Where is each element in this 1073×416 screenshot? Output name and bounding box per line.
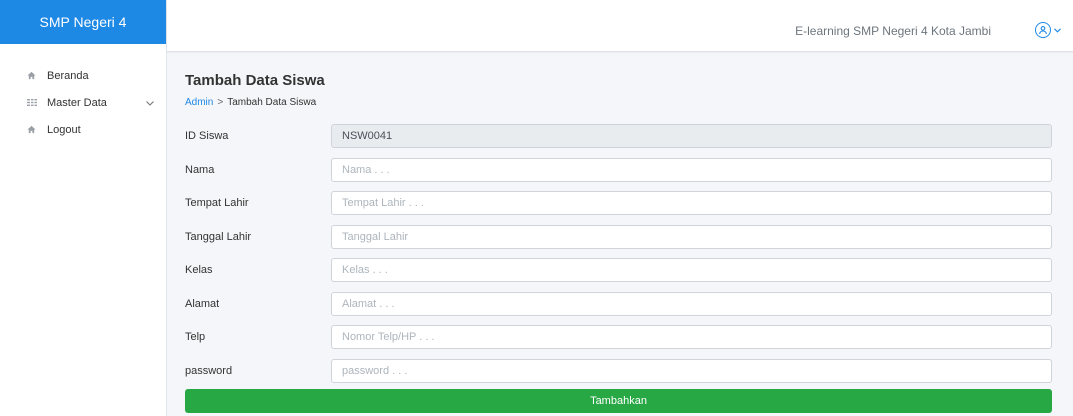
form-row-telp: Telp: [185, 325, 1053, 349]
form-row-tempat-lahir: Tempat Lahir: [185, 191, 1053, 215]
nama-field[interactable]: [331, 157, 1052, 182]
id-siswa-field[interactable]: [331, 124, 1052, 148]
sidebar-menu: Beranda Master Data Logout: [0, 44, 166, 139]
field-label: Telp: [185, 331, 206, 343]
field-label: Tempat Lahir: [185, 197, 249, 209]
topbar: E-learning SMP Negeri 4 Kota Jambi: [167, 0, 1073, 52]
form-row-id-siswa: ID Siswa: [185, 124, 1053, 148]
form-row-nama: Nama: [185, 157, 1053, 182]
kelas-field[interactable]: [331, 258, 1052, 282]
breadcrumb-separator: >: [217, 97, 224, 108]
sidebar-item-master-data[interactable]: Master Data: [0, 93, 166, 112]
page-title: Tambah Data Siswa: [185, 72, 325, 89]
home-icon: [27, 125, 47, 134]
field-label: Tanggal Lahir: [185, 230, 252, 243]
tambahkan-button[interactable]: Tambahkan: [185, 389, 1052, 413]
grid-icon: [27, 99, 47, 106]
sidebar-item-label: Beranda: [47, 69, 89, 82]
home-icon: [27, 71, 47, 80]
sidebar: SMP Negeri 4 Beranda Master Data Logout: [0, 0, 167, 416]
add-student-form: ID Siswa Nama Tempat Lahir Tanggal Lahir…: [185, 124, 1053, 413]
app-title: E-learning SMP Negeri 4 Kota Jambi: [795, 24, 991, 38]
field-label: ID Siswa: [185, 130, 229, 142]
form-row-tanggal-lahir: Tanggal Lahir: [185, 224, 1053, 249]
form-row-alamat: Alamat: [185, 291, 1053, 316]
breadcrumb-current: Tambah Data Siswa: [227, 97, 317, 108]
field-label: Kelas: [185, 264, 213, 276]
main-content: Tambah Data Siswa Admin > Tambah Data Si…: [185, 52, 1053, 413]
sidebar-item-label: Logout: [47, 123, 81, 136]
sidebar-item-logout[interactable]: Logout: [0, 120, 166, 139]
sidebar-item-label: Master Data: [47, 96, 107, 109]
form-row-password: password: [185, 358, 1053, 383]
tanggal-lahir-field[interactable]: [331, 224, 1052, 249]
brand-logo[interactable]: SMP Negeri 4: [0, 0, 166, 44]
breadcrumb: Admin > Tambah Data Siswa: [185, 97, 1053, 108]
user-menu[interactable]: [1035, 22, 1061, 38]
user-circle-icon[interactable]: [1035, 22, 1051, 38]
alamat-field[interactable]: [331, 291, 1052, 316]
sidebar-item-beranda[interactable]: Beranda: [0, 66, 166, 85]
form-row-kelas: Kelas: [185, 258, 1053, 282]
field-label: password: [185, 364, 233, 377]
field-label: Nama: [185, 163, 215, 176]
telp-field[interactable]: [331, 325, 1052, 349]
field-label: Alamat: [185, 297, 220, 310]
chevron-down-icon: [146, 98, 154, 108]
chevron-down-icon[interactable]: [1054, 26, 1061, 35]
breadcrumb-admin-link[interactable]: Admin: [185, 97, 213, 108]
password-field[interactable]: [331, 358, 1052, 383]
tempat-lahir-field[interactable]: [331, 191, 1052, 215]
